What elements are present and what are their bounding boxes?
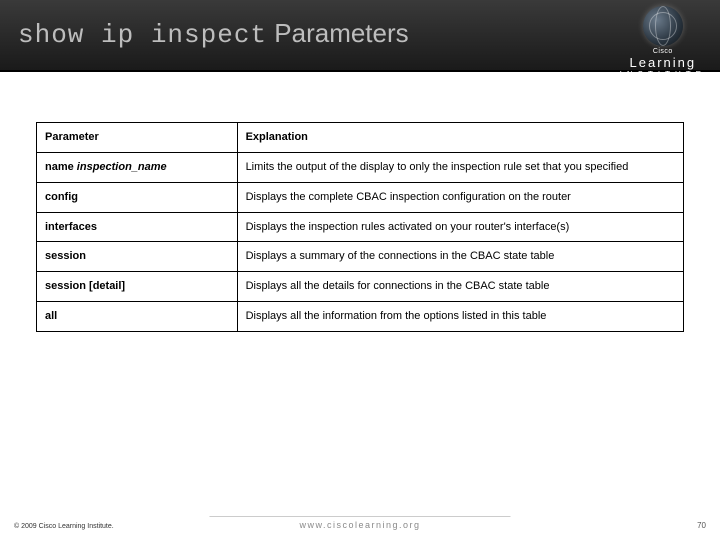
table-row: interfacesDisplays the inspection rules … (37, 212, 684, 242)
cisco-learning-logo: Cisco Learning INSTITUTE (620, 6, 706, 79)
cell-parameter: name inspection_name (37, 152, 238, 182)
cell-parameter: all (37, 302, 238, 332)
cell-parameter: config (37, 182, 238, 212)
slide-footer: © 2009 Cisco Learning Institute. www.cis… (0, 512, 720, 532)
table-row: configDisplays the complete CBAC inspect… (37, 182, 684, 212)
slide-header: show ip inspect Parameters Cisco Learnin… (0, 0, 720, 72)
cell-explanation: Displays the inspection rules activated … (237, 212, 683, 242)
cell-explanation: Displays all the information from the op… (237, 302, 683, 332)
page-number: 70 (697, 521, 706, 530)
logo-line-3: INSTITUTE (620, 70, 706, 79)
cell-parameter: session (37, 242, 238, 272)
cell-parameter: interfaces (37, 212, 238, 242)
cell-explanation: Displays all the details for connections… (237, 272, 683, 302)
slide-body: Parameter Explanation name inspection_na… (0, 72, 720, 332)
table-row: sessionDisplays a summary of the connect… (37, 242, 684, 272)
table-row: name inspection_nameLimits the output of… (37, 152, 684, 182)
cell-explanation: Limits the output of the display to only… (237, 152, 683, 182)
slide-title: show ip inspect Parameters (18, 18, 409, 50)
title-command: show ip inspect (18, 20, 267, 50)
table-row: session [detail]Displays all the details… (37, 272, 684, 302)
table-body: name inspection_nameLimits the output of… (37, 152, 684, 331)
table-header-row: Parameter Explanation (37, 123, 684, 153)
parameters-table: Parameter Explanation name inspection_na… (36, 122, 684, 332)
cell-explanation: Displays a summary of the connections in… (237, 242, 683, 272)
col-header-explanation: Explanation (237, 123, 683, 153)
footer-url: www.ciscolearning.org (209, 516, 510, 530)
table-row: allDisplays all the information from the… (37, 302, 684, 332)
cell-parameter: session [detail] (37, 272, 238, 302)
copyright-text: © 2009 Cisco Learning Institute. (14, 523, 114, 530)
title-suffix: Parameters (267, 18, 409, 48)
logo-line-2: Learning (620, 55, 706, 70)
col-header-parameter: Parameter (37, 123, 238, 153)
cell-explanation: Displays the complete CBAC inspection co… (237, 182, 683, 212)
globe-icon (643, 6, 683, 46)
logo-line-1: Cisco (620, 48, 706, 55)
